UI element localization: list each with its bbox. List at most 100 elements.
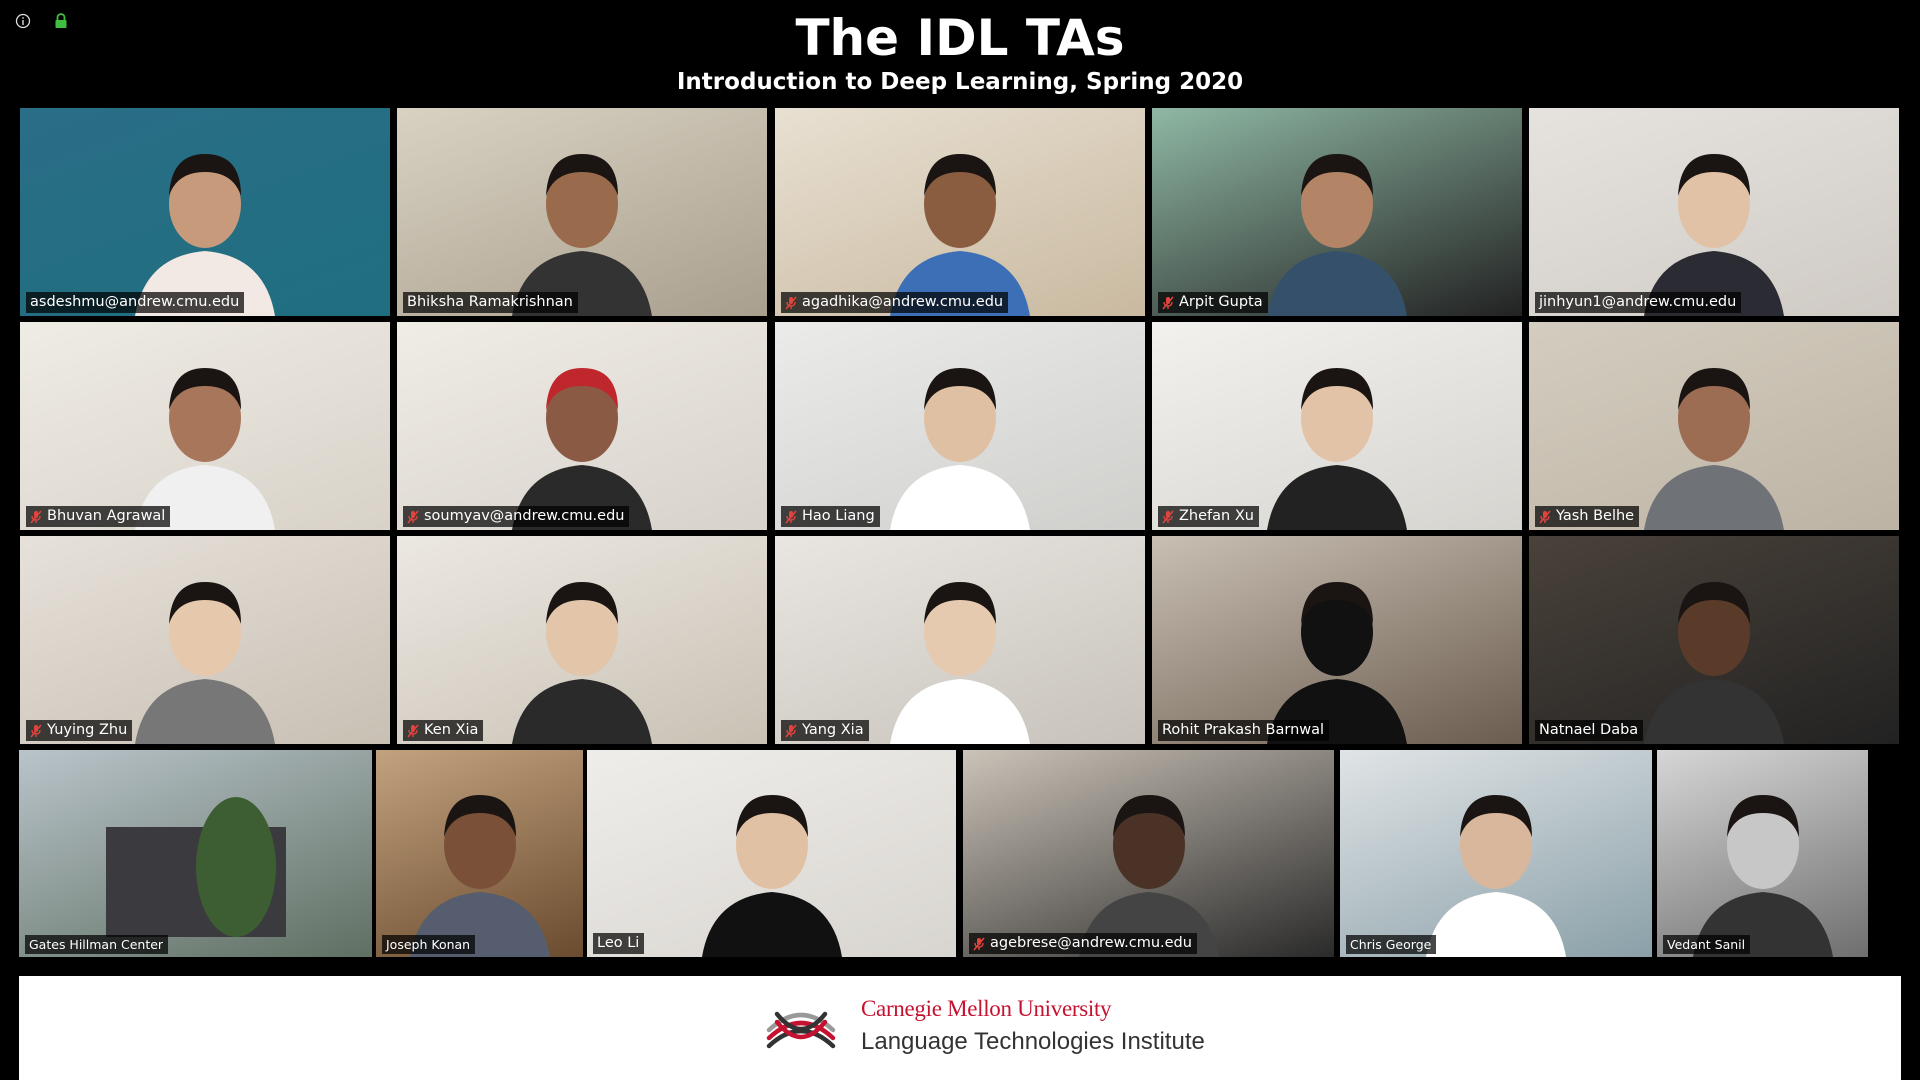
participant-name-label: Rohit Prakash Barnwal xyxy=(1158,720,1330,741)
participant-name: jinhyun1@andrew.cmu.edu xyxy=(1539,294,1737,310)
participant-name: Bhiksha Ramakrishnan xyxy=(407,294,573,310)
participant-video-image xyxy=(512,582,652,744)
participant-name: agebrese@andrew.cmu.edu xyxy=(990,935,1192,951)
participant-name: Joseph Konan xyxy=(386,937,471,952)
participant-video-tile[interactable]: Zhefan Xu xyxy=(1152,322,1522,530)
participant-name-label: Yang Xia xyxy=(781,720,869,741)
participant-name-label: Bhiksha Ramakrishnan xyxy=(403,292,578,313)
participant-name: soumyav@andrew.cmu.edu xyxy=(424,508,625,524)
participant-name: Leo Li xyxy=(597,935,640,951)
participant-name-label: Joseph Konan xyxy=(382,935,476,954)
participant-video-tile[interactable]: Yang Xia xyxy=(775,536,1145,744)
participant-video-tile[interactable]: Rohit Prakash Barnwal xyxy=(1152,536,1522,744)
participant-video-tile[interactable]: Gates Hillman Center xyxy=(19,750,372,957)
participant-video-tile[interactable]: Bhiksha Ramakrishnan xyxy=(397,108,767,316)
participant-video-image xyxy=(135,582,275,744)
participant-video-tile[interactable]: soumyav@andrew.cmu.edu xyxy=(397,322,767,530)
footer-banner: Carnegie Mellon University Language Tech… xyxy=(19,976,1901,1080)
muted-mic-icon xyxy=(1162,295,1174,310)
participant-name-label: Zhefan Xu xyxy=(1158,506,1259,527)
participant-name: asdeshmu@andrew.cmu.edu xyxy=(30,294,240,310)
participant-video-tile[interactable]: Hao Liang xyxy=(775,322,1145,530)
muted-mic-icon xyxy=(1539,509,1551,524)
participant-video-image xyxy=(135,154,275,316)
participant-name-label: Yuying Zhu xyxy=(26,720,133,741)
participant-video-image xyxy=(1644,154,1784,316)
participant-video-image xyxy=(409,795,550,957)
participant-name: Rohit Prakash Barnwal xyxy=(1162,722,1325,738)
participant-name-label: soumyav@andrew.cmu.edu xyxy=(403,506,630,527)
participant-name-label: Gates Hillman Center xyxy=(25,935,169,954)
participant-video-tile[interactable]: Chris George xyxy=(1340,750,1652,957)
participant-video-image xyxy=(890,368,1030,530)
participant-video-tile[interactable]: Leo Li xyxy=(587,750,956,957)
participant-video-image xyxy=(512,368,652,530)
muted-mic-icon xyxy=(785,723,797,738)
participant-name-label: asdeshmu@andrew.cmu.edu xyxy=(26,292,245,313)
participant-name-label: Leo Li xyxy=(593,933,645,954)
participant-name-label: Ken Xia xyxy=(403,720,484,741)
participant-name: Arpit Gupta xyxy=(1179,294,1263,310)
participant-video-tile[interactable]: agadhika@andrew.cmu.edu xyxy=(775,108,1145,316)
participant-name: Bhuvan Agrawal xyxy=(47,508,166,524)
participant-name: Hao Liang xyxy=(802,508,875,524)
participant-video-tile[interactable]: Yuying Zhu xyxy=(20,536,390,744)
cmu-lti-logo xyxy=(766,1011,836,1049)
participant-name: Gates Hillman Center xyxy=(29,937,164,952)
participant-video-image xyxy=(135,368,275,530)
participant-video-tile[interactable]: jinhyun1@andrew.cmu.edu xyxy=(1529,108,1899,316)
participant-name: Vedant Sanil xyxy=(1667,937,1746,952)
participant-name-label: jinhyun1@andrew.cmu.edu xyxy=(1535,292,1742,313)
participant-video-image xyxy=(1426,795,1566,957)
muted-mic-icon xyxy=(785,509,797,524)
muted-mic-icon xyxy=(30,723,42,738)
participant-name: Natnael Daba xyxy=(1539,722,1639,738)
participant-name-label: Chris George xyxy=(1346,935,1437,954)
muted-mic-icon xyxy=(785,295,797,310)
participant-name: agadhika@andrew.cmu.edu xyxy=(802,294,1004,310)
participant-name-label: Hao Liang xyxy=(781,506,880,527)
participant-video-image xyxy=(1644,582,1784,744)
participant-name: Zhefan Xu xyxy=(1179,508,1254,524)
participant-name-label: Bhuvan Agrawal xyxy=(26,506,171,527)
participant-name: Ken Xia xyxy=(424,722,479,738)
participant-name-label: Arpit Gupta xyxy=(1158,292,1268,313)
participant-name-label: agebrese@andrew.cmu.edu xyxy=(969,933,1197,954)
participant-video-image xyxy=(1078,795,1219,957)
participant-video-image xyxy=(890,154,1030,316)
participant-video-tile[interactable]: Bhuvan Agrawal xyxy=(20,322,390,530)
page-title: The IDL TAs xyxy=(795,9,1125,67)
participant-name: Yuying Zhu xyxy=(47,722,128,738)
participant-video-image xyxy=(105,797,286,937)
muted-mic-icon xyxy=(1162,509,1174,524)
participant-name: Chris George xyxy=(1350,937,1432,952)
muted-mic-icon xyxy=(407,509,419,524)
participant-video-tile[interactable]: Vedant Sanil xyxy=(1657,750,1868,957)
participant-video-image xyxy=(1692,795,1833,957)
institute-name: Language Technologies Institute xyxy=(861,1028,1205,1055)
participant-video-image xyxy=(512,154,652,316)
participant-video-tile[interactable]: Arpit Gupta xyxy=(1152,108,1522,316)
participant-name-label: agadhika@andrew.cmu.edu xyxy=(781,292,1009,313)
participant-video-tile[interactable]: Joseph Konan xyxy=(376,750,583,957)
university-name: Carnegie Mellon University xyxy=(861,996,1112,1021)
participant-name-label: Natnael Daba xyxy=(1535,720,1644,741)
muted-mic-icon xyxy=(407,723,419,738)
participant-video-image xyxy=(1644,368,1784,530)
participant-name-label: Vedant Sanil xyxy=(1663,935,1751,954)
participant-video-tile[interactable]: Natnael Daba xyxy=(1529,536,1899,744)
participant-video-image xyxy=(890,582,1030,744)
participant-video-image xyxy=(701,795,842,957)
participant-name-label: Yash Belhe xyxy=(1535,506,1640,527)
participant-video-tile[interactable]: asdeshmu@andrew.cmu.edu xyxy=(20,108,390,316)
participant-video-tile[interactable]: agebrese@andrew.cmu.edu xyxy=(963,750,1334,957)
participant-video-image xyxy=(1267,582,1407,744)
page-subtitle: Introduction to Deep Learning, Spring 20… xyxy=(676,69,1244,95)
participant-video-image xyxy=(1267,154,1407,316)
muted-mic-icon xyxy=(973,936,985,951)
participant-video-tile[interactable]: Yash Belhe xyxy=(1529,322,1899,530)
participant-video-tile[interactable]: Ken Xia xyxy=(397,536,767,744)
participant-name: Yash Belhe xyxy=(1556,508,1635,524)
participant-name: Yang Xia xyxy=(802,722,864,738)
muted-mic-icon xyxy=(30,509,42,524)
